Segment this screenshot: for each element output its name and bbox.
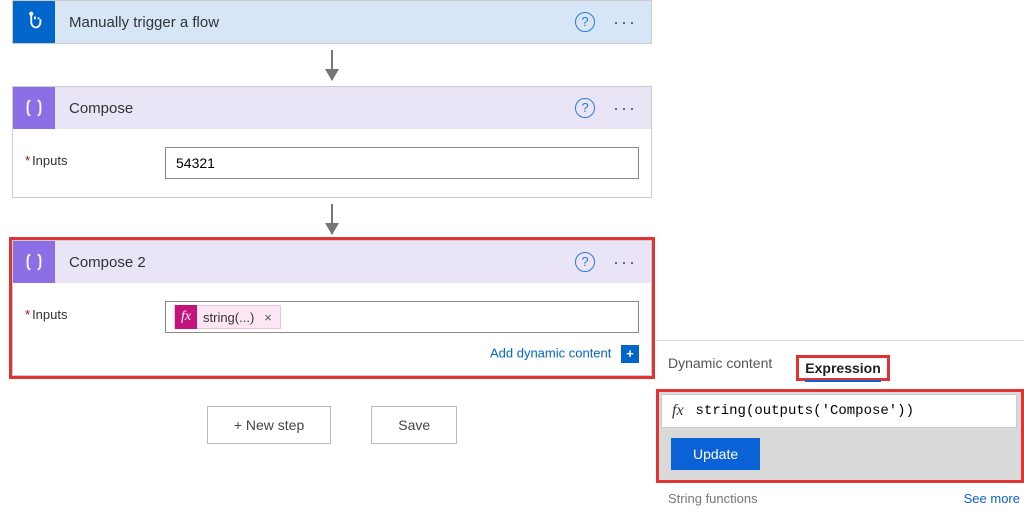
- compose-icon: [13, 241, 55, 283]
- footer-buttons: + New step Save: [12, 376, 652, 454]
- tab-expression-highlight: Expression: [796, 355, 889, 381]
- expression-chip[interactable]: fx string(...) ×: [174, 305, 281, 329]
- compose2-card: Compose 2 ? ··· *Inputs fx string(...) ×…: [12, 240, 652, 376]
- add-dynamic-row: Add dynamic content +: [13, 339, 651, 373]
- compose-body: *Inputs: [13, 129, 651, 197]
- more-icon[interactable]: ···: [609, 98, 641, 119]
- chip-remove-icon[interactable]: ×: [260, 310, 280, 325]
- tab-expression[interactable]: Expression: [805, 360, 880, 382]
- inputs-field[interactable]: fx string(...) ×: [165, 301, 639, 333]
- trigger-card: Manually trigger a flow ? ···: [12, 0, 652, 44]
- help-icon[interactable]: ?: [575, 98, 595, 118]
- inputs-field[interactable]: [165, 147, 639, 179]
- panel-footer: String functions See more: [656, 483, 1024, 506]
- trigger-header[interactable]: Manually trigger a flow ? ···: [13, 1, 651, 43]
- chip-label: string(...): [197, 310, 260, 325]
- compose-title: Compose: [55, 100, 575, 117]
- see-more-link[interactable]: See more: [964, 491, 1020, 506]
- help-icon[interactable]: ?: [575, 252, 595, 272]
- connector-arrow: [12, 198, 652, 240]
- compose2-header[interactable]: Compose 2 ? ···: [13, 241, 651, 283]
- update-button[interactable]: Update: [671, 438, 760, 470]
- section-label: String functions: [668, 491, 758, 506]
- expression-input[interactable]: [694, 399, 1016, 423]
- add-dynamic-content-button[interactable]: +: [621, 345, 639, 363]
- panel-tabs: Dynamic content Expression: [656, 341, 1024, 389]
- fx-icon: fx: [175, 305, 197, 329]
- compose2-title: Compose 2: [55, 254, 575, 271]
- expression-area: fx Update: [656, 389, 1024, 483]
- compose-header[interactable]: Compose ? ···: [13, 87, 651, 129]
- compose-card: Compose ? ··· *Inputs: [12, 86, 652, 198]
- help-icon[interactable]: ?: [575, 12, 595, 32]
- inputs-label: *Inputs: [25, 147, 165, 168]
- more-icon[interactable]: ···: [609, 12, 641, 33]
- more-icon[interactable]: ···: [609, 252, 641, 273]
- connector-arrow: [12, 44, 652, 86]
- compose2-body: *Inputs fx string(...) ×: [13, 283, 651, 339]
- tab-dynamic-content[interactable]: Dynamic content: [668, 355, 772, 375]
- inputs-input[interactable]: [174, 154, 630, 172]
- compose-icon: [13, 87, 55, 129]
- manual-trigger-icon: [13, 1, 55, 43]
- inputs-label: *Inputs: [25, 301, 165, 322]
- new-step-button[interactable]: + New step: [207, 406, 331, 444]
- add-dynamic-content-link[interactable]: Add dynamic content: [490, 345, 611, 360]
- trigger-title: Manually trigger a flow: [55, 14, 575, 31]
- expression-panel: Dynamic content Expression fx Update Str…: [656, 340, 1024, 506]
- save-button[interactable]: Save: [371, 406, 457, 444]
- expression-input-row: fx: [661, 394, 1017, 428]
- fx-icon: fx: [662, 402, 694, 420]
